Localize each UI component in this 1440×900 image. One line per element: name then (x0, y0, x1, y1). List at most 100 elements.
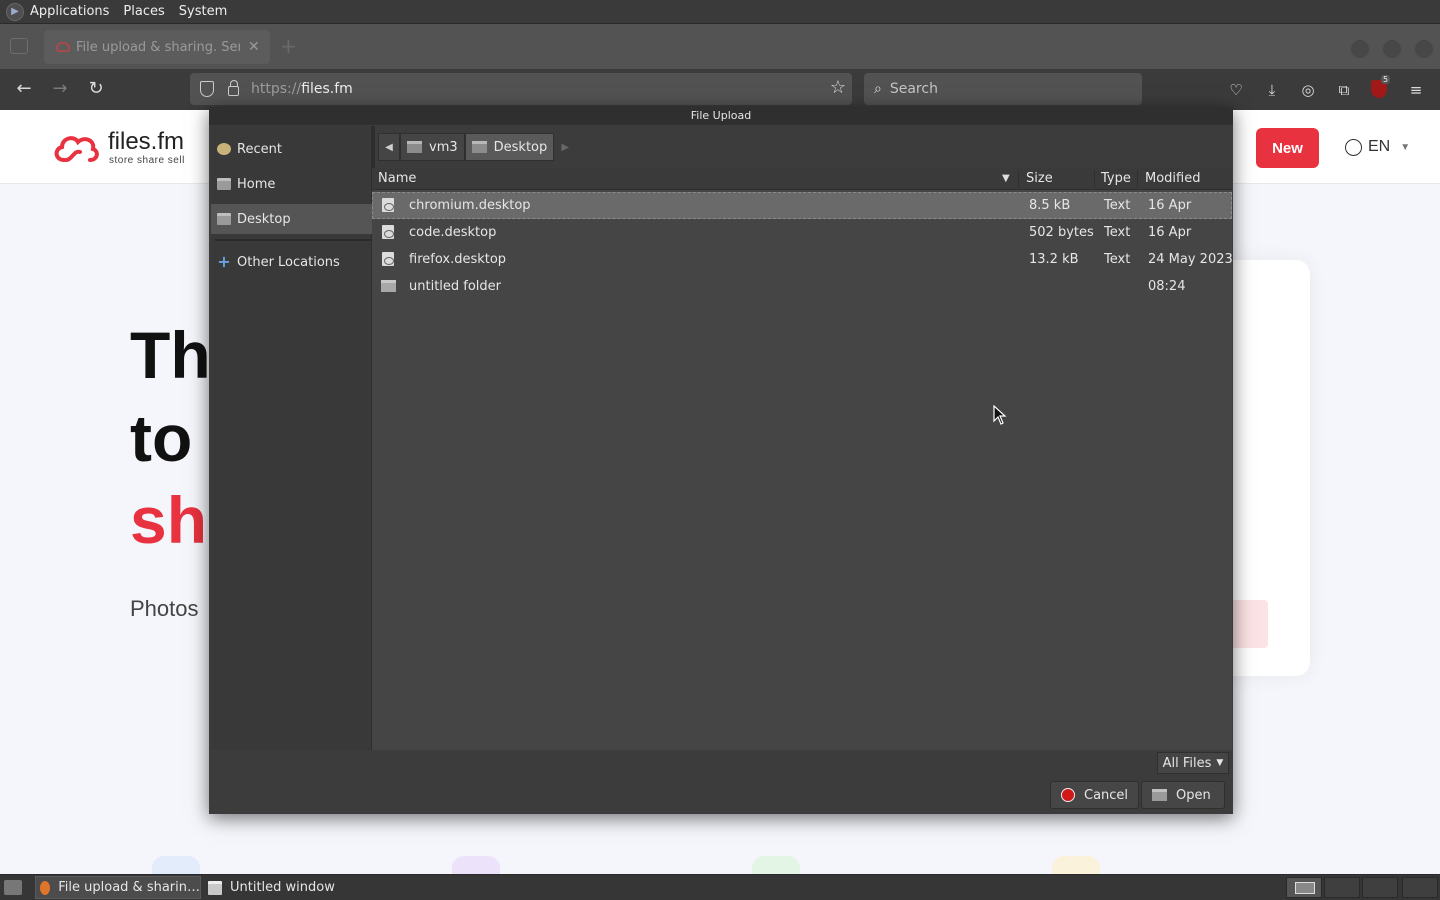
file-list: Name ▼ Size Type Modified chromium.deskt… (372, 168, 1233, 750)
tab-list-icon[interactable] (10, 38, 28, 54)
sidebar-item-label: Desktop (237, 211, 291, 227)
hamburger-menu-icon[interactable]: ≡ (1405, 79, 1427, 101)
search-placeholder: Search (889, 81, 938, 97)
file-type: Text (1104, 225, 1131, 240)
workspace-4[interactable] (1402, 877, 1438, 898)
file-list-header: Name ▼ Size Type Modified (372, 168, 1232, 190)
applications-menu[interactable]: Applications (30, 4, 109, 19)
bookmark-star-icon[interactable]: ☆ (830, 77, 846, 98)
file-row-firefox-desktop[interactable]: firefox.desktop 13.2 kB Text 24 May 2023 (372, 246, 1233, 273)
chevron-left-icon: ◀ (385, 141, 393, 153)
file-row-code-desktop[interactable]: code.desktop 502 bytes Text 16 Apr (372, 219, 1232, 246)
sidebar-item-recent[interactable]: Recent (211, 134, 375, 164)
path-label: vm3 (429, 139, 458, 155)
show-desktop-icon[interactable] (4, 880, 22, 895)
feature-icon-sell (752, 856, 800, 874)
dialog-title: File Upload (209, 107, 1233, 125)
column-separator (1094, 170, 1095, 188)
path-button-vm3[interactable]: vm3 (400, 133, 465, 161)
hero-heading-line-3: sh (130, 483, 208, 557)
feature-icon-store (152, 856, 200, 874)
system-panel: ▶ Applications Places System (0, 0, 1440, 24)
ublock-badge-count: 5 (1381, 75, 1391, 84)
reload-icon[interactable]: ↻ (84, 77, 108, 101)
path-scroll-left-button[interactable]: ◀ (378, 133, 400, 161)
browser-tab[interactable]: File upload & sharing. Send ✕ (44, 30, 270, 64)
tracking-protection-shield-icon[interactable] (200, 81, 214, 97)
folder-desktop-icon (217, 213, 231, 225)
distro-logo-icon[interactable]: ▶ (6, 2, 24, 21)
taskbar-item-untitled-window[interactable]: Untitled window (204, 876, 370, 899)
account-icon[interactable]: ◎ (1297, 79, 1319, 101)
feature-icon-publish (452, 856, 500, 874)
file-modified: 16 Apr (1148, 225, 1192, 240)
path-button-desktop[interactable]: Desktop (464, 133, 555, 161)
close-tab-icon[interactable]: ✕ (248, 39, 260, 55)
places-menu[interactable]: Places (123, 4, 164, 19)
chevron-down-icon: ▼ (1216, 758, 1224, 768)
search-field[interactable]: ⌕ Search (864, 73, 1142, 105)
column-header-name[interactable]: Name (378, 171, 416, 186)
column-header-modified[interactable]: Modified (1145, 171, 1200, 186)
language-label: EN (1368, 138, 1391, 155)
file-modified: 16 Apr (1148, 198, 1192, 213)
text-file-icon (382, 198, 394, 212)
url-host: files.fm (301, 81, 353, 97)
taskbar-item-firefox[interactable]: File upload & sharin… (35, 876, 201, 899)
padlock-icon[interactable] (228, 80, 239, 96)
url-text[interactable]: https://files.fm (251, 81, 353, 97)
file-size: 13.2 kB (1029, 252, 1079, 267)
workspace-2[interactable] (1324, 877, 1360, 898)
site-logo-text[interactable]: files.fm (108, 128, 184, 156)
sidebar-item-other-locations[interactable]: + Other Locations (211, 247, 375, 277)
places-sidebar: Recent Home Desktop + Other Locations (211, 126, 375, 750)
taskbar-item-label: File upload & sharin… (58, 880, 200, 895)
forward-arrow-icon[interactable]: → (48, 77, 72, 101)
sort-descending-icon[interactable]: ▼ (1002, 173, 1010, 184)
maximize-window-icon[interactable] (1383, 40, 1401, 58)
plus-icon: + (217, 252, 231, 271)
file-name: firefox.desktop (409, 252, 507, 267)
sidebar-item-desktop[interactable]: Desktop (211, 204, 375, 234)
pocket-icon[interactable]: ♡ (1225, 79, 1247, 101)
extensions-icon[interactable]: ⧉ (1333, 79, 1355, 101)
workspace-1[interactable] (1286, 877, 1322, 898)
system-menu[interactable]: System (179, 4, 227, 19)
file-type: Text (1104, 198, 1131, 213)
downloads-icon[interactable]: ⤓ (1261, 79, 1283, 101)
file-upload-dialog: File Upload Recent Home Desktop + Other … (209, 107, 1233, 814)
hero-heading-line-2: to (130, 401, 193, 475)
column-header-type[interactable]: Type (1101, 171, 1131, 186)
new-tab-icon[interactable]: + (280, 34, 297, 58)
new-button[interactable]: New (1256, 128, 1319, 168)
site-logo-tagline: store share sell (109, 155, 185, 166)
taskbar-item-label: Untitled window (230, 880, 335, 895)
file-size: 502 bytes (1029, 225, 1094, 240)
folder-home-icon (217, 178, 231, 190)
upload-card-button[interactable] (1230, 600, 1268, 648)
cancel-button[interactable]: Cancel (1050, 781, 1140, 809)
open-button[interactable]: Open (1141, 781, 1225, 809)
close-window-icon[interactable] (1415, 40, 1433, 58)
file-modified: 08:24 (1148, 279, 1186, 294)
column-header-size[interactable]: Size (1026, 171, 1053, 186)
back-arrow-icon[interactable]: ← (12, 77, 36, 101)
file-row-chromium-desktop[interactable]: chromium.desktop 8.5 kB Text 16 Apr (372, 192, 1232, 219)
language-selector[interactable]: EN ▼ (1345, 138, 1410, 156)
tab-title: File upload & sharing. Send (76, 39, 240, 55)
address-bar[interactable]: https://files.fm ☆ (190, 73, 852, 105)
workspace-3[interactable] (1362, 877, 1398, 898)
taskbar: File upload & sharin… Untitled window (0, 874, 1440, 900)
file-type-filter-dropdown[interactable]: All Files ▼ (1157, 752, 1229, 774)
sidebar-item-label: Recent (237, 141, 282, 157)
search-icon: ⌕ (874, 81, 882, 97)
hero-heading-line-1: Th (130, 318, 211, 392)
open-label: Open (1176, 787, 1211, 803)
column-separator (1137, 170, 1138, 188)
path-scroll-right-button[interactable]: ▶ (554, 133, 577, 161)
sidebar-item-home[interactable]: Home (211, 169, 375, 199)
minimize-window-icon[interactable] (1351, 40, 1369, 58)
file-row-untitled-folder[interactable]: untitled folder 08:24 (372, 273, 1232, 300)
sidebar-item-label: Home (237, 176, 276, 192)
files-fm-cloud-logo-icon[interactable] (52, 130, 100, 166)
